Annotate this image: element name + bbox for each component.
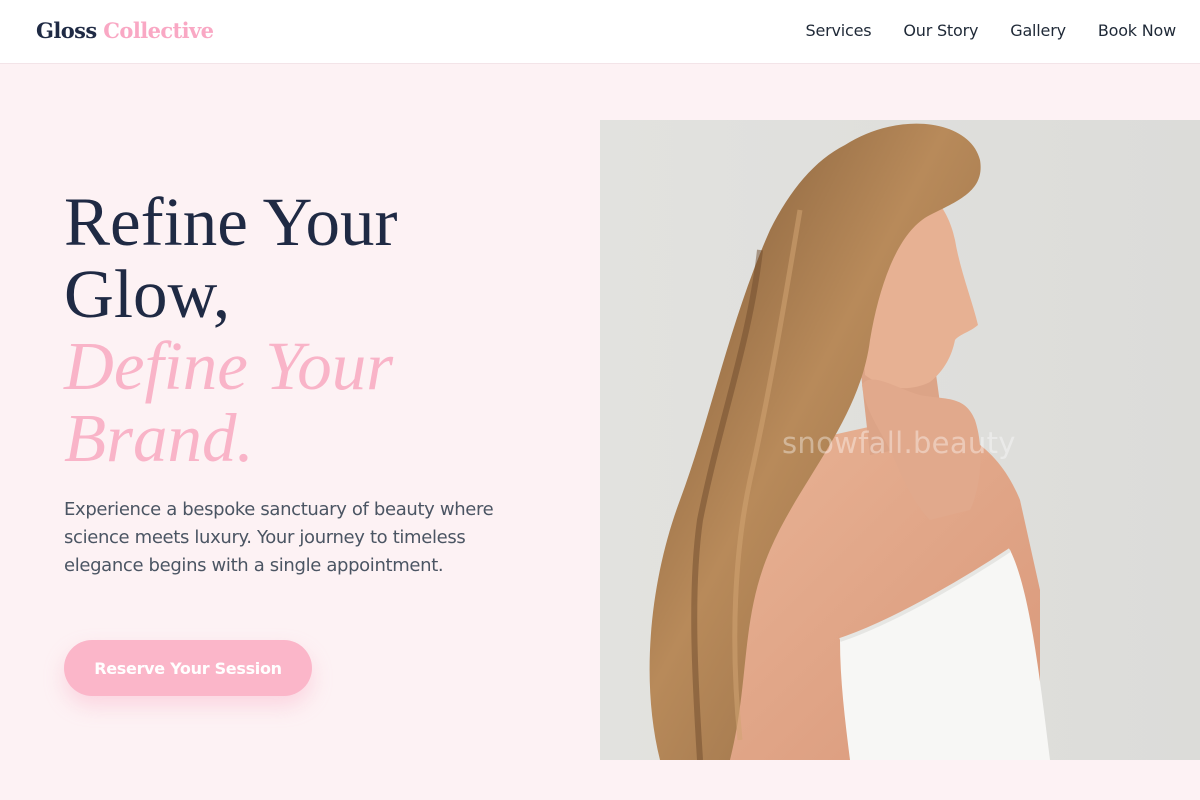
image-watermark: snowfall.beauty — [782, 426, 1016, 460]
brand-name-accent: Collective — [103, 18, 214, 43]
hero-description: Experience a bespoke sanctuary of beauty… — [64, 499, 494, 576]
nav-link-gallery[interactable]: Gallery — [1010, 21, 1066, 40]
brand-logo[interactable]: Gloss Collective — [36, 18, 214, 43]
hero-title-accent-line-2: Brand. — [64, 400, 254, 476]
main-nav: Services Our Story Gallery Book Now — [806, 21, 1177, 40]
hero-title-line-1: Refine Your — [64, 184, 398, 260]
hero-image: snowfall.beauty — [600, 120, 1200, 760]
nav-link-services[interactable]: Services — [806, 21, 872, 40]
brand-name-primary: Gloss — [36, 18, 97, 43]
hero-title-line-2: Glow, — [64, 256, 231, 332]
reserve-session-button[interactable]: Reserve Your Session — [64, 640, 312, 696]
top-navigation-bar: Gloss Collective Services Our Story Gall… — [0, 0, 1200, 64]
nav-link-our-story[interactable]: Our Story — [903, 21, 978, 40]
hero-title: Refine Your Glow, Define Your Brand. — [64, 186, 584, 474]
hero-title-accent-line-1: Define Your — [64, 328, 394, 404]
nav-link-book-now[interactable]: Book Now — [1098, 21, 1176, 40]
